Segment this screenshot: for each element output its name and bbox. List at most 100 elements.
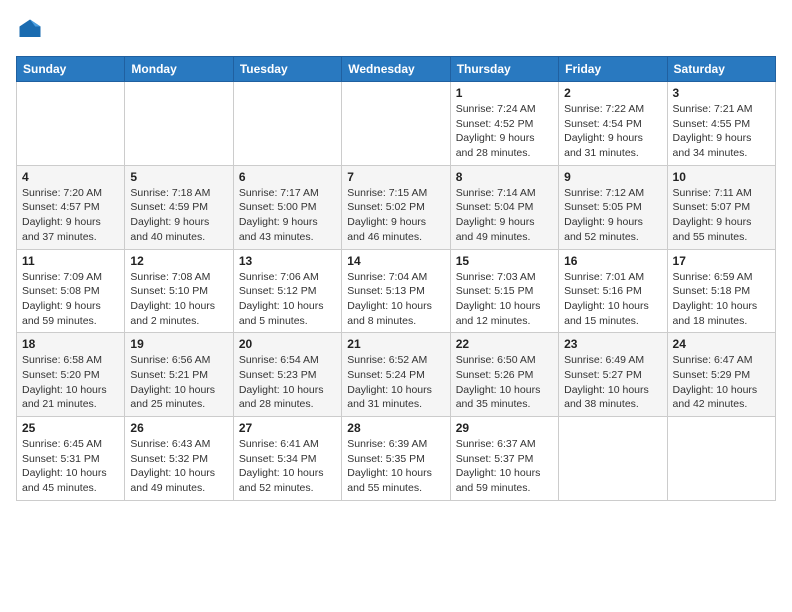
day-number: 10 xyxy=(673,170,770,184)
day-number: 16 xyxy=(564,254,661,268)
calendar-cell: 1Sunrise: 7:24 AM Sunset: 4:52 PM Daylig… xyxy=(450,82,558,166)
day-number: 7 xyxy=(347,170,444,184)
day-number: 28 xyxy=(347,421,444,435)
calendar-cell: 20 Sunrise: 6:54 AM Sunset: 5:23 PM Dayli… xyxy=(233,333,341,417)
day-info: Sunrise: 7:21 AM Sunset: 4:55 PM Dayligh… xyxy=(673,102,770,161)
day-number: 19 xyxy=(130,337,227,351)
calendar-header-row: SundayMondayTuesdayWednesdayThursdayFrid… xyxy=(17,57,776,82)
day-info: Sunrise: 7:03 AM Sunset: 5:15 PM Dayligh… xyxy=(456,270,553,329)
day-info: Sunrise: 6:54 AM Sunset: 5:23 PM Dayligh… xyxy=(239,353,336,412)
day-info: Sunrise: 6:43 AM Sunset: 5:32 PM Dayligh… xyxy=(130,437,227,496)
calendar-cell: 5Sunrise: 7:18 AM Sunset: 4:59 PM Daylig… xyxy=(125,165,233,249)
calendar-cell: 19Sunrise: 6:56 AM Sunset: 5:21 PM Dayli… xyxy=(125,333,233,417)
day-info: Sunrise: 6:45 AM Sunset: 5:31 PM Dayligh… xyxy=(22,437,119,496)
col-header-friday: Friday xyxy=(559,57,667,82)
logo xyxy=(16,16,48,44)
day-number: 22 xyxy=(456,337,553,351)
day-number: 24 xyxy=(673,337,770,351)
day-info: Sunrise: 6:41 AM Sunset: 5:34 PM Dayligh… xyxy=(239,437,336,496)
col-header-sunday: Sunday xyxy=(17,57,125,82)
calendar-cell: 12 Sunrise: 7:08 AM Sunset: 5:10 PM Dayli… xyxy=(125,249,233,333)
day-info: Sunrise: 7:20 AM Sunset: 4:57 PM Dayligh… xyxy=(22,186,119,245)
calendar-week-row: 11 Sunrise: 7:09 AM Sunset: 5:08 PM Dayli… xyxy=(17,249,776,333)
day-number: 23 xyxy=(564,337,661,351)
calendar-cell: 22 Sunrise: 6:50 AM Sunset: 5:26 PM Dayli… xyxy=(450,333,558,417)
day-number: 6 xyxy=(239,170,336,184)
day-info: Sunrise: 7:08 AM Sunset: 5:10 PM Dayligh… xyxy=(130,270,227,329)
day-info: Sunrise: 6:39 AM Sunset: 5:35 PM Dayligh… xyxy=(347,437,444,496)
calendar-week-row: 4 Sunrise: 7:20 AM Sunset: 4:57 PM Daylig… xyxy=(17,165,776,249)
calendar-cell: 8 Sunrise: 7:14 AM Sunset: 5:04 PM Daylig… xyxy=(450,165,558,249)
calendar-cell: 2 Sunrise: 7:22 AM Sunset: 4:54 PM Daylig… xyxy=(559,82,667,166)
calendar-cell: 15 Sunrise: 7:03 AM Sunset: 5:15 PM Dayli… xyxy=(450,249,558,333)
calendar-cell: 11 Sunrise: 7:09 AM Sunset: 5:08 PM Dayli… xyxy=(17,249,125,333)
calendar-cell: 17 Sunrise: 6:59 AM Sunset: 5:18 PM Dayli… xyxy=(667,249,775,333)
day-info: Sunrise: 6:37 AM Sunset: 5:37 PM Dayligh… xyxy=(456,437,553,496)
calendar-cell: 10 Sunrise: 7:11 AM Sunset: 5:07 PM Dayli… xyxy=(667,165,775,249)
day-number: 4 xyxy=(22,170,119,184)
calendar-cell: 26 Sunrise: 6:43 AM Sunset: 5:32 PM Dayli… xyxy=(125,417,233,501)
calendar-cell: 16Sunrise: 7:01 AM Sunset: 5:16 PM Dayli… xyxy=(559,249,667,333)
day-info: Sunrise: 7:17 AM Sunset: 5:00 PM Dayligh… xyxy=(239,186,336,245)
day-number: 18 xyxy=(22,337,119,351)
day-info: Sunrise: 6:52 AM Sunset: 5:24 PM Dayligh… xyxy=(347,353,444,412)
day-number: 1 xyxy=(456,86,553,100)
day-number: 21 xyxy=(347,337,444,351)
day-info: Sunrise: 6:49 AM Sunset: 5:27 PM Dayligh… xyxy=(564,353,661,412)
calendar-cell xyxy=(125,82,233,166)
calendar-table: SundayMondayTuesdayWednesdayThursdayFrid… xyxy=(16,56,776,501)
day-number: 26 xyxy=(130,421,227,435)
col-header-tuesday: Tuesday xyxy=(233,57,341,82)
day-info: Sunrise: 7:14 AM Sunset: 5:04 PM Dayligh… xyxy=(456,186,553,245)
calendar-cell: 4 Sunrise: 7:20 AM Sunset: 4:57 PM Daylig… xyxy=(17,165,125,249)
calendar-cell xyxy=(233,82,341,166)
calendar-cell: 3 Sunrise: 7:21 AM Sunset: 4:55 PM Daylig… xyxy=(667,82,775,166)
day-number: 11 xyxy=(22,254,119,268)
day-number: 12 xyxy=(130,254,227,268)
day-number: 15 xyxy=(456,254,553,268)
day-number: 20 xyxy=(239,337,336,351)
calendar-week-row: 1Sunrise: 7:24 AM Sunset: 4:52 PM Daylig… xyxy=(17,82,776,166)
day-number: 27 xyxy=(239,421,336,435)
day-info: Sunrise: 7:12 AM Sunset: 5:05 PM Dayligh… xyxy=(564,186,661,245)
day-info: Sunrise: 6:58 AM Sunset: 5:20 PM Dayligh… xyxy=(22,353,119,412)
logo-icon xyxy=(16,16,44,44)
calendar-cell: 6 Sunrise: 7:17 AM Sunset: 5:00 PM Daylig… xyxy=(233,165,341,249)
calendar-cell: 21 Sunrise: 6:52 AM Sunset: 5:24 PM Dayli… xyxy=(342,333,450,417)
day-info: Sunrise: 6:59 AM Sunset: 5:18 PM Dayligh… xyxy=(673,270,770,329)
day-info: Sunrise: 6:47 AM Sunset: 5:29 PM Dayligh… xyxy=(673,353,770,412)
calendar-cell xyxy=(559,417,667,501)
calendar-cell: 18 Sunrise: 6:58 AM Sunset: 5:20 PM Dayli… xyxy=(17,333,125,417)
day-info: Sunrise: 7:15 AM Sunset: 5:02 PM Dayligh… xyxy=(347,186,444,245)
calendar-cell: 25 Sunrise: 6:45 AM Sunset: 5:31 PM Dayli… xyxy=(17,417,125,501)
calendar-cell: 24 Sunrise: 6:47 AM Sunset: 5:29 PM Dayli… xyxy=(667,333,775,417)
calendar-cell: 9 Sunrise: 7:12 AM Sunset: 5:05 PM Daylig… xyxy=(559,165,667,249)
page-header xyxy=(16,16,776,44)
calendar-cell: 29 Sunrise: 6:37 AM Sunset: 5:37 PM Dayli… xyxy=(450,417,558,501)
calendar-cell: 13Sunrise: 7:06 AM Sunset: 5:12 PM Dayli… xyxy=(233,249,341,333)
day-number: 3 xyxy=(673,86,770,100)
col-header-wednesday: Wednesday xyxy=(342,57,450,82)
day-info: Sunrise: 7:09 AM Sunset: 5:08 PM Dayligh… xyxy=(22,270,119,329)
calendar-cell: 14 Sunrise: 7:04 AM Sunset: 5:13 PM Dayli… xyxy=(342,249,450,333)
day-number: 17 xyxy=(673,254,770,268)
day-number: 14 xyxy=(347,254,444,268)
col-header-thursday: Thursday xyxy=(450,57,558,82)
day-number: 9 xyxy=(564,170,661,184)
calendar-week-row: 25 Sunrise: 6:45 AM Sunset: 5:31 PM Dayli… xyxy=(17,417,776,501)
col-header-monday: Monday xyxy=(125,57,233,82)
day-info: Sunrise: 7:22 AM Sunset: 4:54 PM Dayligh… xyxy=(564,102,661,161)
day-number: 29 xyxy=(456,421,553,435)
col-header-saturday: Saturday xyxy=(667,57,775,82)
day-info: Sunrise: 7:11 AM Sunset: 5:07 PM Dayligh… xyxy=(673,186,770,245)
day-number: 2 xyxy=(564,86,661,100)
calendar-cell: 27 Sunrise: 6:41 AM Sunset: 5:34 PM Dayli… xyxy=(233,417,341,501)
day-number: 25 xyxy=(22,421,119,435)
day-info: Sunrise: 6:50 AM Sunset: 5:26 PM Dayligh… xyxy=(456,353,553,412)
day-number: 8 xyxy=(456,170,553,184)
day-info: Sunrise: 7:06 AM Sunset: 5:12 PM Dayligh… xyxy=(239,270,336,329)
calendar-cell: 28 Sunrise: 6:39 AM Sunset: 5:35 PM Dayli… xyxy=(342,417,450,501)
day-number: 5 xyxy=(130,170,227,184)
day-info: Sunrise: 7:04 AM Sunset: 5:13 PM Dayligh… xyxy=(347,270,444,329)
calendar-cell xyxy=(17,82,125,166)
